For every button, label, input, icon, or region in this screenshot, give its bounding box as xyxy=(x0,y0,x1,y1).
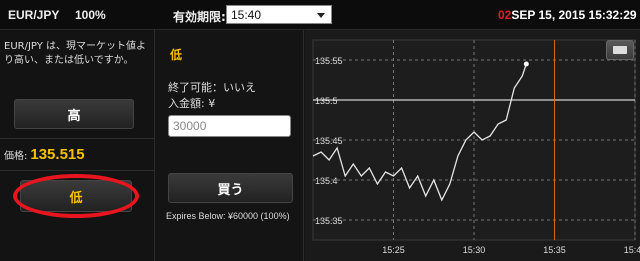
y-tick-label: 135.45 xyxy=(315,136,343,146)
expiry-select-value: 15:40 xyxy=(231,8,262,22)
expiry-label: 有効期限: xyxy=(173,10,226,24)
expires-info: Expires Below: ¥60000 (100%) xyxy=(166,211,290,221)
chevron-down-icon xyxy=(317,13,325,18)
divider xyxy=(0,138,155,139)
price-label: 価格: xyxy=(4,151,28,162)
current-price-dot xyxy=(523,61,529,67)
price-value: 135.515 xyxy=(30,146,85,163)
question-text: EUR/JPY は、現マーケット値より高い、または低いですか。 xyxy=(4,41,147,66)
divider xyxy=(0,170,155,171)
x-tick-label: 15:25 xyxy=(382,245,405,255)
y-tick-label: 135.4 xyxy=(315,176,338,186)
server-clock: 02SEP 15, 2015 15:32:29 xyxy=(498,8,637,22)
buy-button[interactable]: 買う xyxy=(168,173,293,203)
top-bar: EUR/JPY 100% 有効期限: 15:40 02SEP 15, 2015 … xyxy=(0,0,640,30)
y-tick-label: 135.35 xyxy=(315,216,343,226)
clock-countdown: 02 xyxy=(498,8,512,22)
highlight-ellipse xyxy=(13,174,139,218)
y-tick-label: 135.55 xyxy=(315,56,343,66)
payout-percent: 100% xyxy=(75,8,106,22)
current-price: 価格: 135.515 xyxy=(4,146,85,163)
amount-label: 入金額: ¥ xyxy=(168,97,216,110)
y-tick-label: 135.5 xyxy=(315,96,338,106)
price-chart-svg: 135.55 135.5 135.45 135.4 135.35 15:25 15:30 15… xyxy=(312,39,640,255)
selected-direction: 低 xyxy=(170,48,183,62)
order-panel: 低 終了可能：いいえ 入金額: ¥ 30000 買う Expires Below… xyxy=(156,30,304,261)
x-tick-label: 15:40 xyxy=(624,245,640,255)
x-tick-label: 15:35 xyxy=(543,245,566,255)
asset-pair: EUR/JPY xyxy=(8,8,60,22)
early-close-status: 終了可能：いいえ xyxy=(168,81,256,94)
x-tick-label: 15:30 xyxy=(463,245,486,255)
expiry-select[interactable]: 15:40 xyxy=(226,5,332,24)
direction-panel: EUR/JPY は、現マーケット値より高い、または低いですか。 高 価格: 13… xyxy=(0,30,155,261)
price-chart: 135.55 135.5 135.45 135.4 135.35 15:25 15:30 15… xyxy=(305,30,640,261)
amount-input[interactable]: 30000 xyxy=(168,115,291,137)
chart-type-icon[interactable] xyxy=(606,40,634,60)
high-button[interactable]: 高 xyxy=(14,99,134,129)
clock-datetime: SEP 15, 2015 15:32:29 xyxy=(511,8,637,22)
